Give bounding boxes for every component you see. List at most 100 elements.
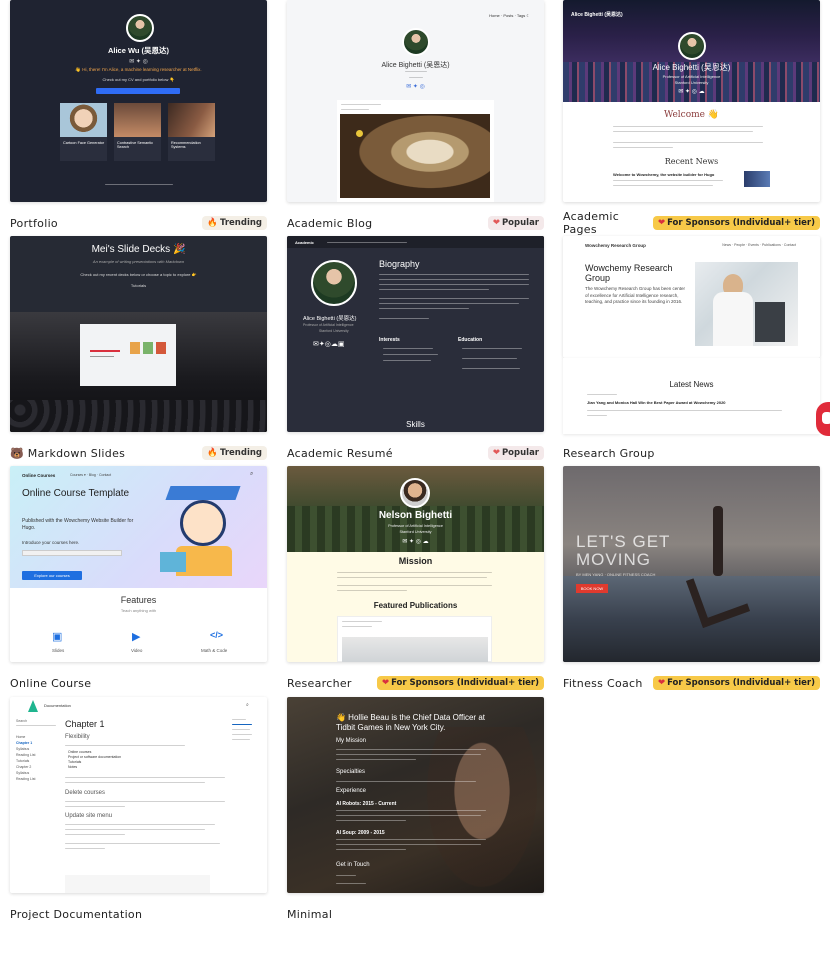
card-title-row: Academic Pages ❤ For Sponsors (Individual… [563, 210, 820, 236]
sidebar-item[interactable]: Reading List [16, 777, 56, 783]
preview-org: Stanford University [674, 80, 709, 85]
brand[interactable]: Documentation [44, 703, 71, 708]
tab-tutorials[interactable]: Tutorials [10, 283, 267, 288]
template-preview-academic-resume[interactable]: Academic Alice Bighetti (吴恩达) Professor … [287, 236, 544, 432]
preview-heading: Wowchemy Research Group [585, 263, 673, 283]
template-preview-markdown-slides[interactable]: Mei's Slide Decks 🎉 An example of writin… [10, 236, 267, 432]
project-card[interactable]: Contrastive Semantic Search [114, 103, 161, 161]
template-preview-portfolio[interactable]: Alice Wu (吴恩达) ✉ ✦ ◎ 👋 Hi, there! I'm Al… [10, 0, 267, 202]
feature-buttons[interactable] [22, 550, 122, 556]
card-title[interactable]: Academic Blog [287, 217, 372, 230]
hero: Nelson Bighetti Professor of Artificial … [287, 466, 544, 552]
project-image [60, 103, 107, 137]
template-preview-researcher[interactable]: Nelson Bighetti Professor of Artificial … [287, 466, 544, 662]
projector-screen [80, 324, 176, 386]
mission-heading: Mission [398, 556, 433, 566]
featured-heading: Featured Publications [373, 601, 458, 610]
chat-widget-button[interactable] [816, 402, 830, 436]
template-preview-academic-pages[interactable]: Alice Bighetti (吴恩达) Alice Bighetti (吴恩达… [563, 0, 820, 202]
template-preview-academic-blog[interactable]: Home · Posts · Tags ☾ Alice Bighetti (吴恩… [287, 0, 544, 202]
news-title[interactable]: Jian Yang and Monica Hall Win the Best P… [587, 400, 726, 405]
heart-icon: ❤ [492, 448, 500, 458]
card-title[interactable]: Fitness Coach [563, 677, 643, 690]
card-title[interactable]: Academic Resumé [287, 447, 393, 460]
card-title[interactable]: Research Group [563, 447, 655, 460]
slides-icon: ▣ [52, 631, 63, 643]
avatar [311, 260, 357, 306]
section-heading: Update site menu [65, 813, 113, 819]
card-title[interactable]: 🐻 Markdown Slides [10, 447, 125, 460]
slide-photo [10, 312, 267, 432]
text-line [613, 131, 753, 132]
card-title-row: Academic Blog ❤ Popular [287, 214, 544, 232]
template-preview-online-course[interactable]: Online Courses Courses ▾ · Blog · Contac… [10, 466, 267, 662]
search-icon[interactable]: ⌕ [250, 471, 253, 478]
section-heading: Flexibility [65, 734, 90, 740]
project-title: Contrastive Semantic Search [117, 141, 154, 149]
search-icon[interactable]: ⌕ [246, 702, 249, 708]
heart-icon: ❤ [381, 678, 390, 688]
top-nav: Academic [287, 236, 544, 248]
latest-news-heading: Latest News [669, 380, 714, 389]
avatar [402, 28, 430, 56]
template-preview-minimal[interactable]: 👋 Hollie Beau is the Chief Data Officer … [287, 697, 544, 893]
preview-body: The Wowchemy Research Group has been cen… [585, 286, 685, 304]
sponsor-badge: ❤ For Sponsors (Individual+ tier) [652, 676, 820, 690]
cat-eye [356, 130, 363, 137]
audience [10, 400, 267, 432]
preview-org: Stanford University [319, 329, 349, 333]
card-title[interactable]: Minimal [287, 908, 332, 921]
text-line [613, 142, 763, 143]
lab-photo [695, 262, 798, 346]
publication-card[interactable] [337, 616, 492, 662]
project-image [168, 103, 215, 137]
brand[interactable]: Online Courses [22, 473, 55, 478]
bear-icon: 🐻 [10, 446, 28, 460]
card-title-row: 🐻 Markdown Slides 🔥 Trending [10, 444, 267, 462]
book-now-button[interactable]: BOOK NOW [576, 584, 608, 593]
card-title[interactable]: Online Course [10, 677, 91, 690]
preview-intro: Introduce your courses here. [22, 540, 80, 545]
template-preview-fitness-coach[interactable]: LET'S GET MOVING BY MEN YANG · ONLINE FI… [563, 466, 820, 662]
skills-heading: Skills [406, 420, 425, 429]
heart-icon: ❤ [657, 678, 666, 688]
news-title[interactable]: Welcome to Wowchemy, the website builder… [613, 172, 714, 177]
cv-button[interactable] [96, 88, 180, 94]
post-meta [341, 104, 381, 105]
post-meta [341, 109, 369, 110]
card-title-row: Portfolio 🔥 Trending [10, 214, 267, 232]
avatar [400, 478, 430, 508]
brand[interactable]: Wowchemy Research Group [585, 243, 646, 248]
preview-sub: An example of writing presentations with… [92, 259, 185, 264]
bullet-item: Notes [68, 765, 78, 769]
template-preview-research-group[interactable]: Wowchemy Research Group News · People · … [563, 236, 820, 358]
avatar [678, 32, 706, 60]
card-title[interactable]: Researcher [287, 677, 352, 690]
hero-banner: Alice Bighetti (吴恩达) Alice Bighetti (吴恩达… [563, 0, 820, 102]
card-title[interactable]: Project Documentation [10, 908, 142, 921]
explore-courses-button[interactable]: Explore our courses [22, 571, 82, 580]
template-preview-project-documentation[interactable]: Documentation ⌕ Search Home Chapter 1 Sy… [10, 697, 267, 893]
card-title-row: Project Documentation [10, 905, 267, 923]
post-card[interactable] [337, 100, 494, 202]
social-icons: ✉✦◎☁▣ [313, 341, 345, 348]
job-title: AI Soup: 2009 - 2015 [336, 830, 385, 836]
sponsor-badge: ❤ For Sponsors (Individual+ tier) [652, 216, 820, 230]
top-nav: News · People · Events · Publications · … [722, 243, 796, 247]
card-title-row: Academic Resumé ❤ Popular [287, 444, 544, 462]
project-title: Recommendation Systems [171, 141, 201, 149]
preview-published: Published with the Wowchemy Website Buil… [22, 518, 134, 531]
preview-heading: Mei's Slide Decks 🎉 [91, 244, 186, 255]
text-line [613, 126, 763, 127]
card-title[interactable]: Academic Pages [563, 210, 653, 236]
preview-name: Nelson Bighetti [378, 510, 453, 521]
interests-heading: Interests [379, 337, 400, 343]
card-title-row: Online Course [10, 674, 267, 692]
feature-label: Video [131, 648, 143, 653]
welcome-heading: Welcome 👋 [663, 110, 720, 120]
project-card[interactable]: Cartoon Face Generator [60, 103, 107, 161]
toc [232, 719, 262, 744]
card-title[interactable]: Portfolio [10, 217, 58, 230]
project-card[interactable]: Recommendation Systems [168, 103, 215, 161]
sidebar-nav: Home Chapter 1 Syllabus Reading List Tut… [16, 735, 56, 783]
